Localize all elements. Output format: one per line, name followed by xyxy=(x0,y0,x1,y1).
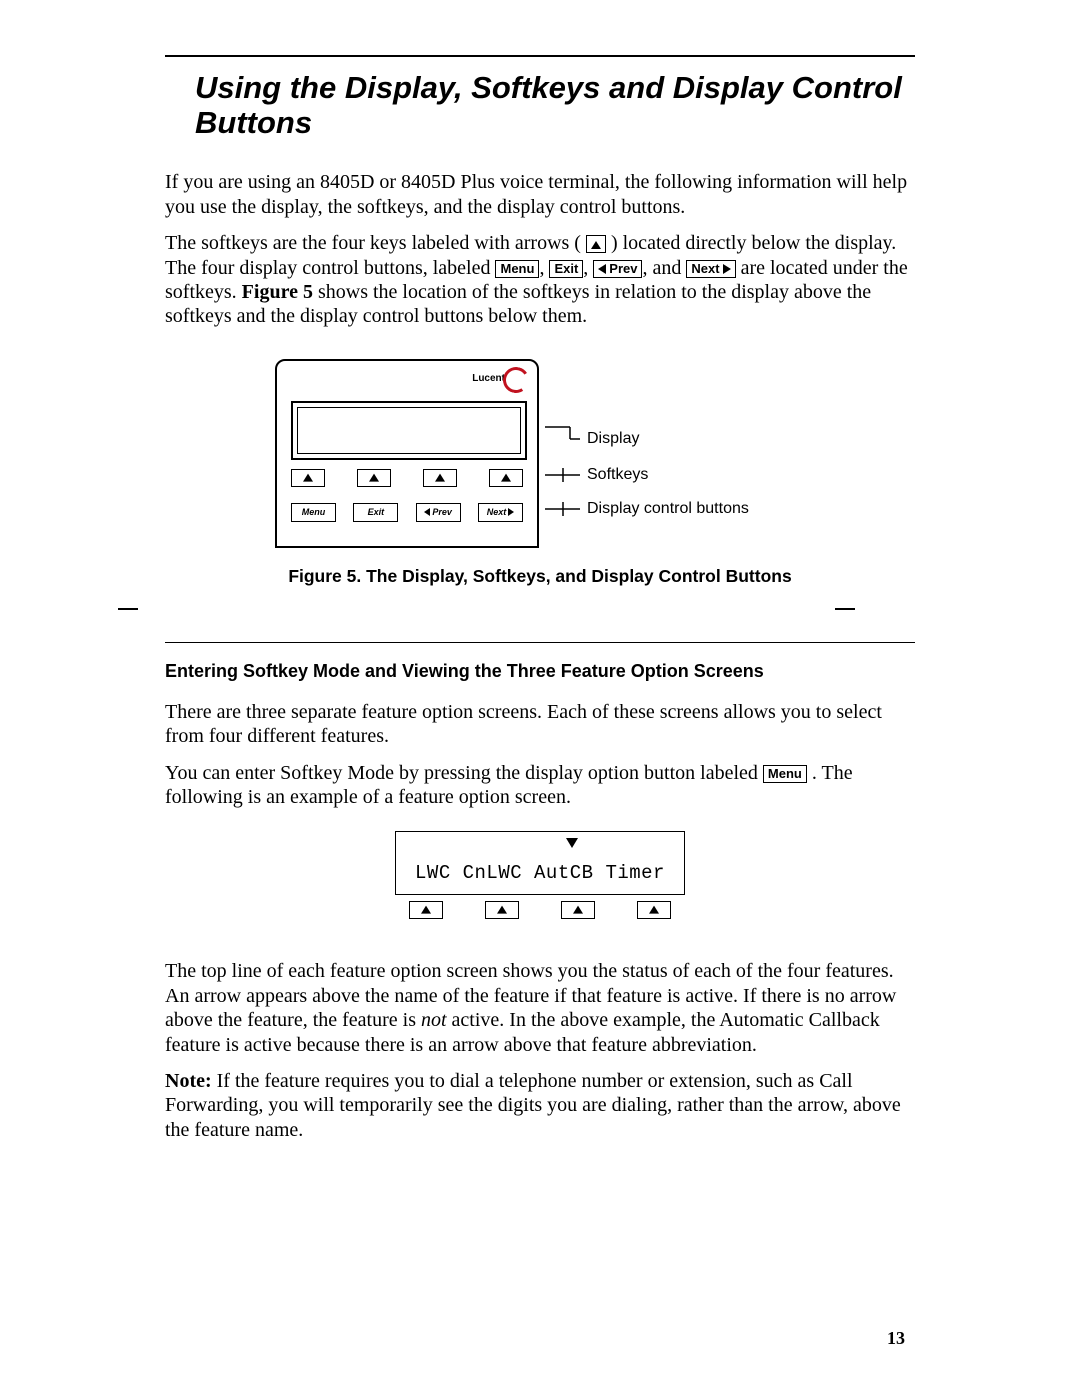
softkey-icon xyxy=(291,469,325,487)
crop-mark-right-icon xyxy=(835,608,855,610)
softkey-icon xyxy=(637,901,671,919)
option-softkeys-row xyxy=(395,901,685,919)
text: , xyxy=(583,257,593,279)
feature-option-example: LWC CnLWC AutCB Timer xyxy=(395,831,685,919)
menu-keycap: Menu xyxy=(495,260,539,278)
softkey-icon xyxy=(485,901,519,919)
up-arrow-icon xyxy=(586,235,606,253)
device-menu-button: Menu xyxy=(291,503,336,522)
softkey-icon xyxy=(409,901,443,919)
lucent-ring-icon xyxy=(501,364,532,395)
softkey-icon xyxy=(357,469,391,487)
text: You can enter Softkey Mode by pressing t… xyxy=(165,762,763,784)
device-illustration: Lucent Menu Exit Prev Next xyxy=(275,359,539,548)
note-label: Note: xyxy=(165,1070,212,1092)
emphasis-not: not xyxy=(421,1009,447,1031)
figure-5: Lucent Menu Exit Prev Next xyxy=(275,359,805,548)
softkeys-paragraph: The softkeys are the four keys labeled w… xyxy=(165,231,915,329)
figure-ref: Figure 5 xyxy=(242,281,313,303)
figure-caption: Figure 5. The Display, Softkeys, and Dis… xyxy=(165,566,915,587)
device-next-button: Next xyxy=(478,503,523,522)
note-paragraph: Note: If the feature requires you to dia… xyxy=(165,1069,915,1142)
text: , and xyxy=(642,257,686,279)
device-exit-button: Exit xyxy=(353,503,398,522)
intro-paragraph: If you are using an 8405D or 8405D Plus … xyxy=(165,170,915,219)
option-screen-text: LWC CnLWC AutCB Timer xyxy=(396,862,684,884)
device-softkeys-row xyxy=(291,469,523,487)
device-brand: Lucent xyxy=(472,373,505,384)
text: , xyxy=(539,257,549,279)
page-number: 13 xyxy=(887,1328,905,1349)
softkey-icon xyxy=(561,901,595,919)
callout-ctrl-label: Display control buttons xyxy=(587,500,749,518)
exit-keycap: Exit xyxy=(549,260,583,278)
device-control-row: Menu Exit Prev Next xyxy=(291,503,523,522)
text: The softkeys are the four keys labeled w… xyxy=(165,232,581,254)
status-paragraph: The top line of each feature option scre… xyxy=(165,959,915,1057)
device-prev-button: Prev xyxy=(416,503,461,522)
device-display xyxy=(291,401,527,460)
text: If the feature requires you to dial a te… xyxy=(165,1070,901,1141)
option-screen: LWC CnLWC AutCB Timer xyxy=(395,831,685,895)
next-keycap: Next xyxy=(686,260,735,278)
softkey-icon xyxy=(489,469,523,487)
callout-softkeys-label: Softkeys xyxy=(587,466,648,484)
page-title: Using the Display, Softkeys and Display … xyxy=(195,71,915,140)
section-heading: Entering Softkey Mode and Viewing the Th… xyxy=(165,661,915,682)
callout-display-label: Display xyxy=(587,430,639,448)
enter-softkey-paragraph: You can enter Softkey Mode by pressing t… xyxy=(165,761,915,810)
menu-keycap: Menu xyxy=(763,765,807,783)
softkey-icon xyxy=(423,469,457,487)
crop-mark-left-icon xyxy=(118,608,138,610)
feature-screens-paragraph: There are three separate feature option … xyxy=(165,700,915,749)
prev-keycap: Prev xyxy=(593,260,642,278)
figure-callouts: Display Softkeys Display control buttons xyxy=(545,359,805,544)
active-feature-arrow-icon xyxy=(566,838,578,848)
